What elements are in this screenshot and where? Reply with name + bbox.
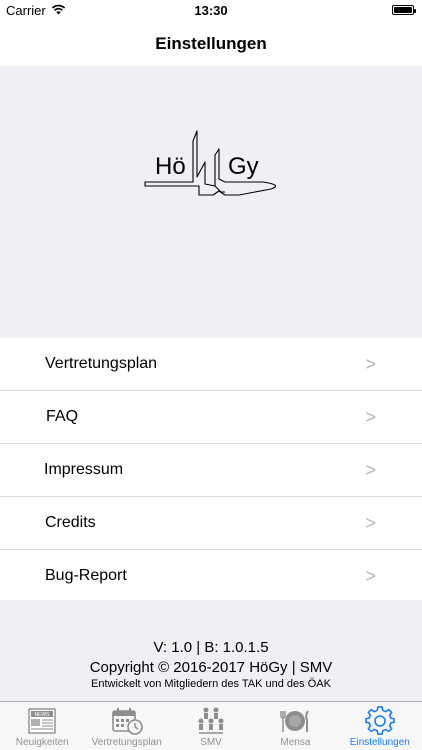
tab-label: Neuigkeiten (15, 737, 69, 748)
svg-text:NEWS: NEWS (35, 712, 51, 718)
menu-item-label: FAQ (46, 408, 79, 425)
app-info: V: 1.0 | B: 1.0.1.5 Copyright © 2016-201… (0, 600, 422, 702)
tab-smv[interactable]: SMV (169, 702, 253, 750)
tab-vertretungsplan[interactable]: Vertretungsplan (84, 702, 168, 750)
newspaper-icon: NEWS (27, 706, 57, 736)
logo-area: Hö Gy (0, 66, 422, 338)
logo-text-left: Hö (155, 153, 186, 180)
menu-item-label: Credits (45, 514, 96, 531)
settings-screen: Carrier 13:30 Einstellungen Hö Gy Vertre… (0, 0, 422, 750)
chevron-right-icon: > (365, 353, 376, 374)
people-icon (196, 706, 226, 736)
status-time: 13:30 (194, 3, 228, 18)
menu-item-label: Bug-Report (45, 567, 127, 584)
menu-item-impressum[interactable]: Impressum > (0, 444, 422, 497)
menu-item-vertretungsplan[interactable]: Vertretungsplan > (0, 338, 422, 391)
version-text: V: 1.0 | B: 1.0.1.5 (153, 639, 269, 656)
menu-item-label: Impressum (44, 461, 124, 478)
tab-einstellungen[interactable]: Einstellungen (338, 702, 422, 750)
tab-label: SMV (200, 737, 222, 748)
logo-text-right: Gy (228, 153, 259, 180)
navigation-bar: Einstellungen (0, 22, 422, 66)
calendar-clock-icon (111, 706, 143, 736)
menu-item-bug-report[interactable]: Bug-Report > (0, 550, 422, 602)
developer-text: Entwickelt von Mitgliedern des TAK und d… (91, 678, 331, 690)
chevron-right-icon: > (365, 512, 376, 533)
chevron-right-icon: > (365, 459, 376, 480)
settings-menu-list: Vertretungsplan > FAQ > Impressum > Cred… (0, 338, 422, 602)
copyright-text: Copyright © 2016-2017 HöGy | SMV (89, 659, 333, 676)
battery-icon (392, 5, 416, 15)
menu-item-credits[interactable]: Credits > (0, 497, 422, 550)
menu-item-label: Vertretungsplan (45, 355, 158, 372)
tab-label: Mensa (280, 737, 311, 748)
tab-label: Einstellungen (349, 737, 410, 748)
status-bar: Carrier 13:30 (0, 0, 422, 22)
page-title: Einstellungen (155, 34, 267, 53)
chevron-right-icon: > (365, 565, 376, 586)
tab-neuigkeiten[interactable]: NEWS Neuigkeiten (0, 702, 84, 750)
plate-cutlery-icon (278, 706, 312, 736)
gear-icon (365, 706, 395, 736)
chevron-right-icon: > (365, 406, 376, 427)
tab-bar: NEWS Neuigkeiten Vertretungsplan SMV Men… (0, 701, 422, 750)
hoegy-logo: Hö Gy (144, 130, 277, 196)
tab-mensa[interactable]: Mensa (253, 702, 337, 750)
menu-item-faq[interactable]: FAQ > (0, 391, 422, 444)
tab-label: Vertretungsplan (91, 737, 162, 748)
